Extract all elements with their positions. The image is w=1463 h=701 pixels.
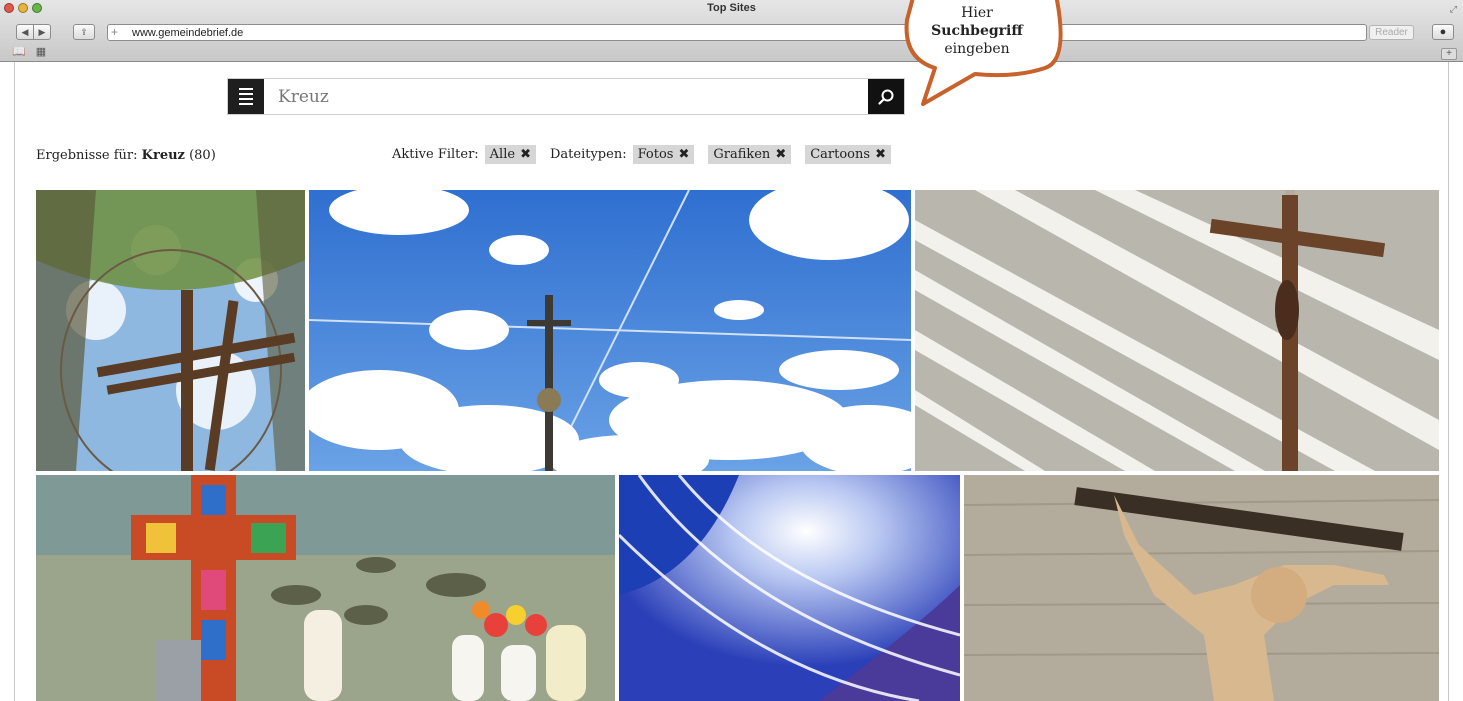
new-tab-button[interactable]: + [1441, 48, 1457, 60]
callout-text: Hier Suchbegriff eingeben [918, 4, 1036, 58]
share-button[interactable]: ⇪ [73, 24, 95, 40]
result-image-carved-crucifix[interactable] [964, 475, 1439, 701]
address-bar[interactable]: + www.gemeindebrief.de [107, 24, 1367, 41]
add-bookmark-icon[interactable]: + [111, 25, 118, 40]
results-summary: Ergebnisse für: Kreuz (80) [36, 148, 216, 163]
filter-chip-grafiken[interactable]: Grafiken ✖ [708, 145, 792, 164]
result-image-colorful-cross-candles[interactable] [36, 475, 615, 701]
filter-chip-label: Alle [489, 147, 516, 162]
result-image-summit-cross[interactable] [309, 190, 911, 471]
filter-chip-label: Cartoons [810, 147, 871, 162]
back-button[interactable]: ◀ [16, 24, 34, 40]
page-left-border [14, 62, 15, 701]
filter-bar: Aktive Filter: Alle ✖ Dateitypen: Fotos … [392, 145, 891, 164]
remove-filter-icon[interactable]: ✖ [775, 147, 786, 162]
callout-line-3: eingeben [944, 41, 1010, 57]
results-count: (80) [189, 148, 216, 163]
window-title: Top Sites [707, 2, 756, 14]
reader-button[interactable]: Reader [1369, 25, 1414, 40]
remove-filter-icon[interactable]: ✖ [678, 147, 689, 162]
results-prefix: Ergebnisse für: [36, 148, 138, 163]
remove-filter-icon[interactable]: ✖ [520, 147, 531, 162]
callout-line-2: Suchbegriff [931, 23, 1023, 39]
callout-line-1: Hier [961, 5, 993, 21]
search-input[interactable] [278, 85, 838, 109]
browser-toolbar: Top Sites ⤢ ◀ ▶ ⇪ + www.gemeindebrief.de… [0, 0, 1463, 62]
filter-chip-label: Grafiken [713, 147, 771, 162]
search-bar [227, 78, 905, 115]
active-filters-label: Aktive Filter: [392, 147, 479, 162]
remove-filter-icon[interactable]: ✖ [875, 147, 886, 162]
top-sites-grid-icon[interactable]: ▦ [36, 45, 46, 58]
result-image-blue-light-graphic[interactable] [619, 475, 960, 701]
url-text[interactable]: www.gemeindebrief.de [132, 26, 243, 40]
list-menu-button[interactable] [228, 79, 264, 114]
results-term: Kreuz [141, 148, 185, 163]
bookmarks-bar: 📖 ▦ [12, 45, 46, 58]
filter-chip-fotos[interactable]: Fotos ✖ [632, 145, 695, 164]
page-right-border [1448, 62, 1449, 701]
reading-list-icon[interactable]: 📖 [12, 45, 26, 58]
filter-chip-alle[interactable]: Alle ✖ [484, 145, 536, 164]
downloads-button[interactable]: ● [1432, 24, 1454, 40]
forward-button[interactable]: ▶ [33, 24, 51, 40]
filter-chip-cartoons[interactable]: Cartoons ✖ [805, 145, 891, 164]
filter-chip-label: Fotos [637, 147, 674, 162]
fullscreen-icon[interactable]: ⤢ [1450, 4, 1457, 15]
search-icon [878, 89, 894, 105]
result-image-tree-cross[interactable] [36, 190, 305, 471]
filetype-label: Dateitypen: [549, 147, 627, 162]
result-image-wall-crucifix[interactable] [915, 190, 1439, 471]
